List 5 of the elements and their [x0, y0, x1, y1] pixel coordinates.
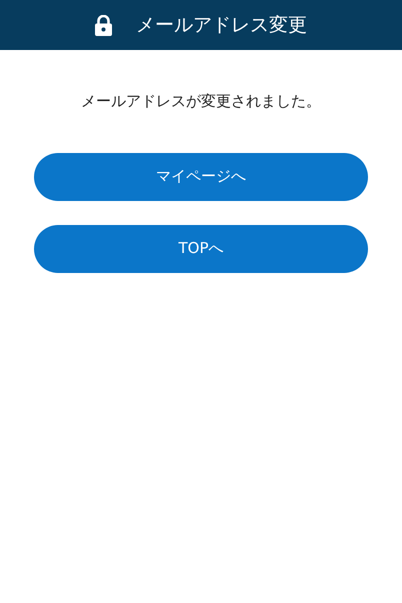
success-message: メールアドレスが変更されました。	[81, 92, 321, 110]
nav-button[interactable]: マイページへ	[34, 152, 368, 200]
page-title: メールアドレス変更	[136, 12, 307, 38]
nav-button[interactable]: TOPへ	[34, 224, 368, 272]
lock-icon	[95, 14, 112, 36]
